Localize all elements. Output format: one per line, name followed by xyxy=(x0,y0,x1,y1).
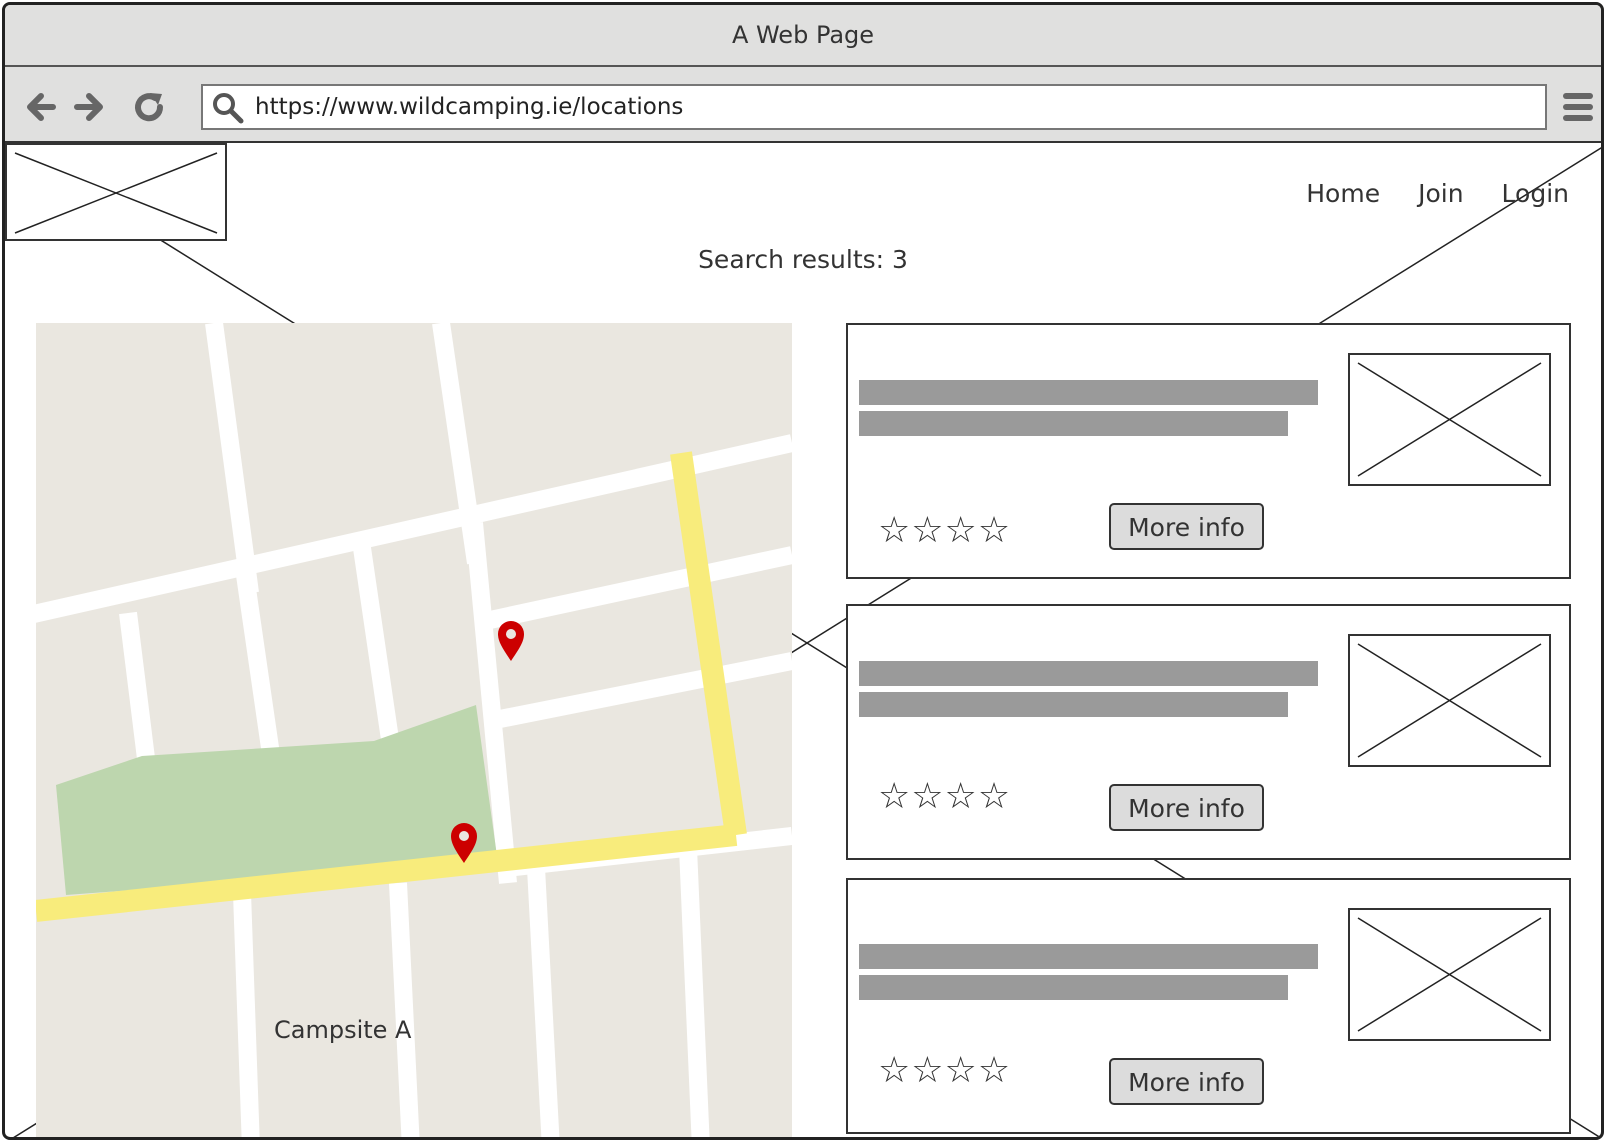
map[interactable]: Campsite A xyxy=(36,323,792,1137)
nav-login-link[interactable]: Login xyxy=(1502,179,1569,208)
back-arrow-icon[interactable] xyxy=(23,89,59,125)
more-info-button[interactable]: More info xyxy=(1109,503,1264,550)
image-placeholder xyxy=(1348,353,1551,486)
rating-stars[interactable]: ☆☆☆☆ xyxy=(878,1050,1011,1091)
description-placeholder xyxy=(859,692,1288,717)
description-placeholder xyxy=(859,411,1288,436)
nav-join-link[interactable]: Join xyxy=(1418,179,1463,208)
result-card: ☆☆☆☆ More info xyxy=(846,878,1571,1134)
site-nav: Home Join Login xyxy=(1306,179,1569,208)
more-info-button[interactable]: More info xyxy=(1109,1058,1264,1105)
hamburger-menu-icon[interactable] xyxy=(1560,89,1596,125)
rating-stars[interactable]: ☆☆☆☆ xyxy=(878,776,1011,817)
nav-home-link[interactable]: Home xyxy=(1306,179,1380,208)
rating-stars[interactable]: ☆☆☆☆ xyxy=(878,510,1011,551)
window-title: A Web Page xyxy=(5,5,1601,67)
search-icon xyxy=(213,93,244,124)
image-placeholder xyxy=(1348,634,1551,767)
search-results-count: Search results: 3 xyxy=(698,245,908,274)
logo-placeholder xyxy=(5,143,227,241)
result-card: ☆☆☆☆ More info xyxy=(846,604,1571,860)
page-content: Home Join Login Search results: 3 Campsi… xyxy=(5,143,1601,1137)
result-card: ☆☆☆☆ More info xyxy=(846,323,1571,579)
image-placeholder xyxy=(1348,908,1551,1041)
reload-icon[interactable] xyxy=(131,89,167,125)
forward-arrow-icon[interactable] xyxy=(71,89,107,125)
description-placeholder xyxy=(859,975,1288,1000)
browser-window: A Web Page https://www.wildcamping.ie/lo… xyxy=(2,2,1604,1140)
map-campsite-label: Campsite A xyxy=(274,1016,412,1044)
more-info-button[interactable]: More info xyxy=(1109,784,1264,831)
url-text: https://www.wildcamping.ie/locations xyxy=(255,94,684,120)
title-placeholder xyxy=(859,661,1318,686)
address-bar[interactable]: https://www.wildcamping.ie/locations xyxy=(201,84,1547,130)
title-placeholder xyxy=(859,944,1318,969)
browser-toolbar: https://www.wildcamping.ie/locations xyxy=(5,67,1601,143)
title-placeholder xyxy=(859,380,1318,405)
